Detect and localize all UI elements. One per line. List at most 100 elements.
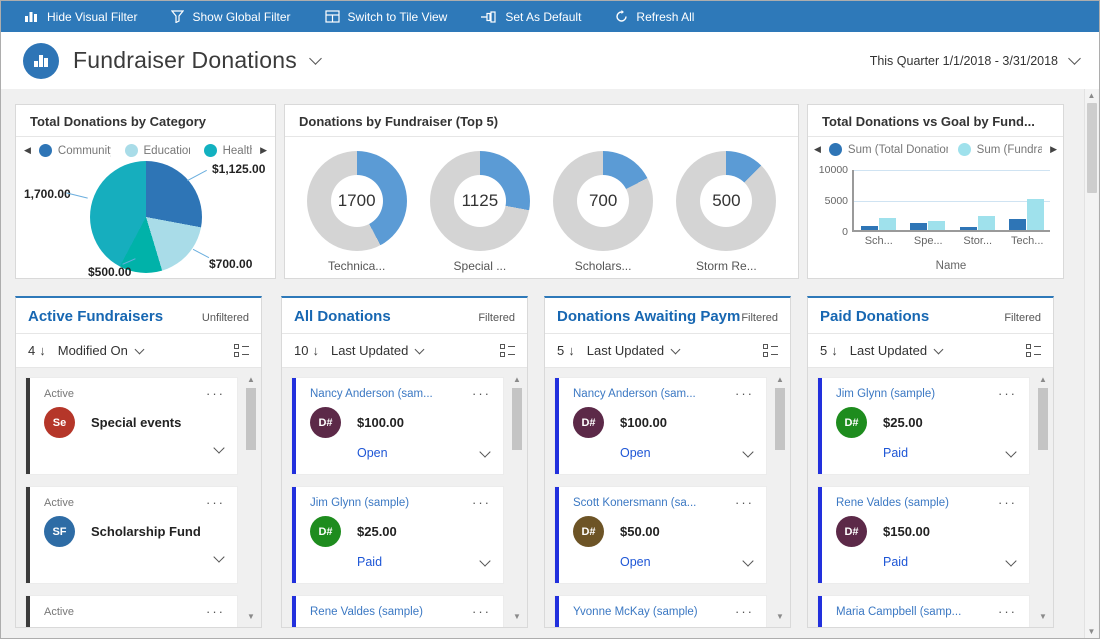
legend-right-arrow-icon[interactable]: ▶ bbox=[260, 145, 267, 156]
expand-chevron-icon[interactable] bbox=[479, 446, 490, 457]
page-scrollbar[interactable]: ▲ ▼ bbox=[1084, 89, 1098, 639]
status-link[interactable]: Open bbox=[620, 446, 651, 460]
legend-entry[interactable]: Education bbox=[125, 144, 190, 157]
list-scrollbar-thumb[interactable] bbox=[512, 388, 522, 450]
donut-chart[interactable]: 1125Special ... bbox=[420, 151, 540, 273]
bar-chart[interactable]: 0500010000Sch...Spe...Stor...Tech... Nam… bbox=[808, 156, 1063, 296]
expand-chevron-icon[interactable] bbox=[213, 551, 224, 562]
sort-chevron-icon[interactable] bbox=[134, 344, 144, 354]
list-scrollbar[interactable]: ▲▼ bbox=[1036, 372, 1050, 625]
sort-field-label[interactable]: Modified On bbox=[58, 343, 128, 358]
fundraiser-tile[interactable]: Active···SFScholarship Fund bbox=[26, 487, 237, 583]
scroll-down-icon[interactable]: ▼ bbox=[1036, 611, 1050, 623]
fundraiser-tile[interactable]: Yvonne McKay (sample)··· bbox=[555, 596, 766, 627]
donation-tile[interactable]: Nancy Anderson (sam...···D#$100.00Open bbox=[292, 378, 503, 474]
bar[interactable] bbox=[1009, 219, 1026, 230]
sort-chevron-icon[interactable] bbox=[671, 344, 681, 354]
status-link[interactable]: Open bbox=[357, 446, 388, 460]
bar[interactable] bbox=[879, 218, 896, 230]
donut-chart[interactable]: 700Scholars... bbox=[543, 151, 663, 273]
list-scrollbar[interactable]: ▲▼ bbox=[510, 372, 524, 625]
more-options-icon[interactable]: ··· bbox=[735, 390, 754, 398]
record-name-link[interactable]: Rene Valdes (sample) bbox=[836, 497, 998, 509]
donation-tile[interactable]: Scott Konersmann (sa...···D#$50.00Open bbox=[555, 487, 766, 583]
page-scrollbar-thumb[interactable] bbox=[1087, 103, 1097, 193]
switch-to-tile-view-button[interactable]: Switch to Tile View bbox=[308, 1, 465, 32]
bar-group[interactable] bbox=[861, 218, 896, 230]
sort-chevron-icon[interactable] bbox=[934, 344, 944, 354]
scroll-down-icon[interactable]: ▼ bbox=[1085, 626, 1098, 638]
more-options-icon[interactable]: ··· bbox=[206, 608, 225, 616]
list-title[interactable]: All Donations bbox=[294, 308, 478, 325]
donation-tile[interactable]: Nancy Anderson (sam...···D#$100.00Open bbox=[555, 378, 766, 474]
list-scrollbar-thumb[interactable] bbox=[775, 388, 785, 450]
scroll-down-icon[interactable]: ▼ bbox=[510, 611, 524, 623]
fundraiser-tile[interactable]: Active··· bbox=[26, 596, 237, 627]
more-options-icon[interactable]: ··· bbox=[206, 499, 225, 507]
more-options-icon[interactable]: ··· bbox=[206, 390, 225, 398]
date-range-chevron-icon[interactable] bbox=[1068, 52, 1081, 65]
record-name-link[interactable]: Nancy Anderson (sam... bbox=[310, 388, 472, 400]
list-scrollbar[interactable]: ▲▼ bbox=[773, 372, 787, 625]
sort-direction-icon[interactable]: ↓ bbox=[312, 343, 319, 358]
status-link[interactable]: Paid bbox=[883, 446, 908, 460]
record-name-link[interactable]: Nancy Anderson (sam... bbox=[573, 388, 735, 400]
record-name-link[interactable]: Scott Konersmann (sa... bbox=[573, 497, 735, 509]
fundraiser-tile[interactable]: Rene Valdes (sample)··· bbox=[292, 596, 503, 627]
scroll-up-icon[interactable]: ▲ bbox=[244, 374, 258, 386]
bar-group[interactable] bbox=[1009, 199, 1044, 230]
legend-left-arrow-icon[interactable]: ◀ bbox=[814, 144, 821, 155]
list-scrollbar-thumb[interactable] bbox=[1038, 388, 1048, 450]
expand-chevron-icon[interactable] bbox=[213, 442, 224, 453]
expand-chevron-icon[interactable] bbox=[1005, 446, 1016, 457]
donation-tile[interactable]: Jim Glynn (sample)···D#$25.00Paid bbox=[818, 378, 1029, 474]
legend-entry[interactable]: Sum (Total Donations) bbox=[829, 143, 948, 156]
pie-graphic[interactable] bbox=[90, 161, 202, 273]
legend-entry[interactable]: Sum (Fundrais bbox=[958, 143, 1042, 156]
more-options-icon[interactable]: ··· bbox=[472, 499, 491, 507]
bar[interactable] bbox=[1027, 199, 1044, 230]
more-options-icon[interactable]: ··· bbox=[735, 499, 754, 507]
sort-field-label[interactable]: Last Updated bbox=[331, 343, 408, 358]
status-link[interactable]: Paid bbox=[357, 555, 382, 569]
set-as-default-button[interactable]: Set As Default bbox=[464, 1, 598, 32]
list-title[interactable]: Active Fundraisers bbox=[28, 308, 202, 325]
record-name-link[interactable]: Maria Campbell (samp... bbox=[836, 606, 998, 618]
pie-chart[interactable]: $1,125.00$700.00$500.001,700.00 bbox=[16, 159, 275, 277]
list-scrollbar[interactable]: ▲▼ bbox=[244, 372, 258, 625]
expand-chevron-icon[interactable] bbox=[742, 555, 753, 566]
bar[interactable] bbox=[910, 223, 927, 230]
hide-visual-filter-button[interactable]: Hide Visual Filter bbox=[7, 1, 154, 32]
donut-chart[interactable]: 1700Technica... bbox=[297, 151, 417, 273]
scroll-up-icon[interactable]: ▲ bbox=[773, 374, 787, 386]
detail-list-icon[interactable] bbox=[234, 344, 249, 357]
fundraiser-tile[interactable]: Active···SeSpecial events bbox=[26, 378, 237, 474]
more-options-icon[interactable]: ··· bbox=[998, 608, 1017, 616]
bar[interactable] bbox=[978, 216, 995, 230]
fundraiser-tile[interactable]: Maria Campbell (samp...··· bbox=[818, 596, 1029, 627]
detail-list-icon[interactable] bbox=[1026, 344, 1041, 357]
expand-chevron-icon[interactable] bbox=[1005, 555, 1016, 566]
sort-direction-icon[interactable]: ↓ bbox=[568, 343, 575, 358]
scroll-down-icon[interactable]: ▼ bbox=[773, 611, 787, 623]
list-scrollbar-thumb[interactable] bbox=[246, 388, 256, 450]
list-title[interactable]: Donations Awaiting Payment bbox=[557, 308, 741, 325]
record-name-link[interactable]: Jim Glynn (sample) bbox=[310, 497, 472, 509]
bar-group[interactable] bbox=[960, 216, 995, 230]
bar[interactable] bbox=[960, 227, 977, 230]
sort-field-label[interactable]: Last Updated bbox=[850, 343, 927, 358]
record-name-link[interactable]: Rene Valdes (sample) bbox=[310, 606, 472, 618]
dashboard-selector-chevron-icon[interactable] bbox=[309, 52, 322, 65]
show-global-filter-button[interactable]: Show Global Filter bbox=[154, 1, 307, 32]
donation-tile[interactable]: Jim Glynn (sample)···D#$25.00Paid bbox=[292, 487, 503, 583]
donut-chart[interactable]: 500Storm Re... bbox=[666, 151, 786, 273]
more-options-icon[interactable]: ··· bbox=[472, 390, 491, 398]
sort-chevron-icon[interactable] bbox=[415, 344, 425, 354]
bar[interactable] bbox=[861, 226, 878, 230]
legend-entry[interactable]: Community bbox=[39, 144, 111, 157]
list-title[interactable]: Paid Donations bbox=[820, 308, 1004, 325]
legend-entry[interactable]: Health bbox=[204, 144, 252, 157]
bar-group[interactable] bbox=[910, 221, 945, 230]
sort-direction-icon[interactable]: ↓ bbox=[39, 343, 46, 358]
scroll-down-icon[interactable]: ▼ bbox=[244, 611, 258, 623]
